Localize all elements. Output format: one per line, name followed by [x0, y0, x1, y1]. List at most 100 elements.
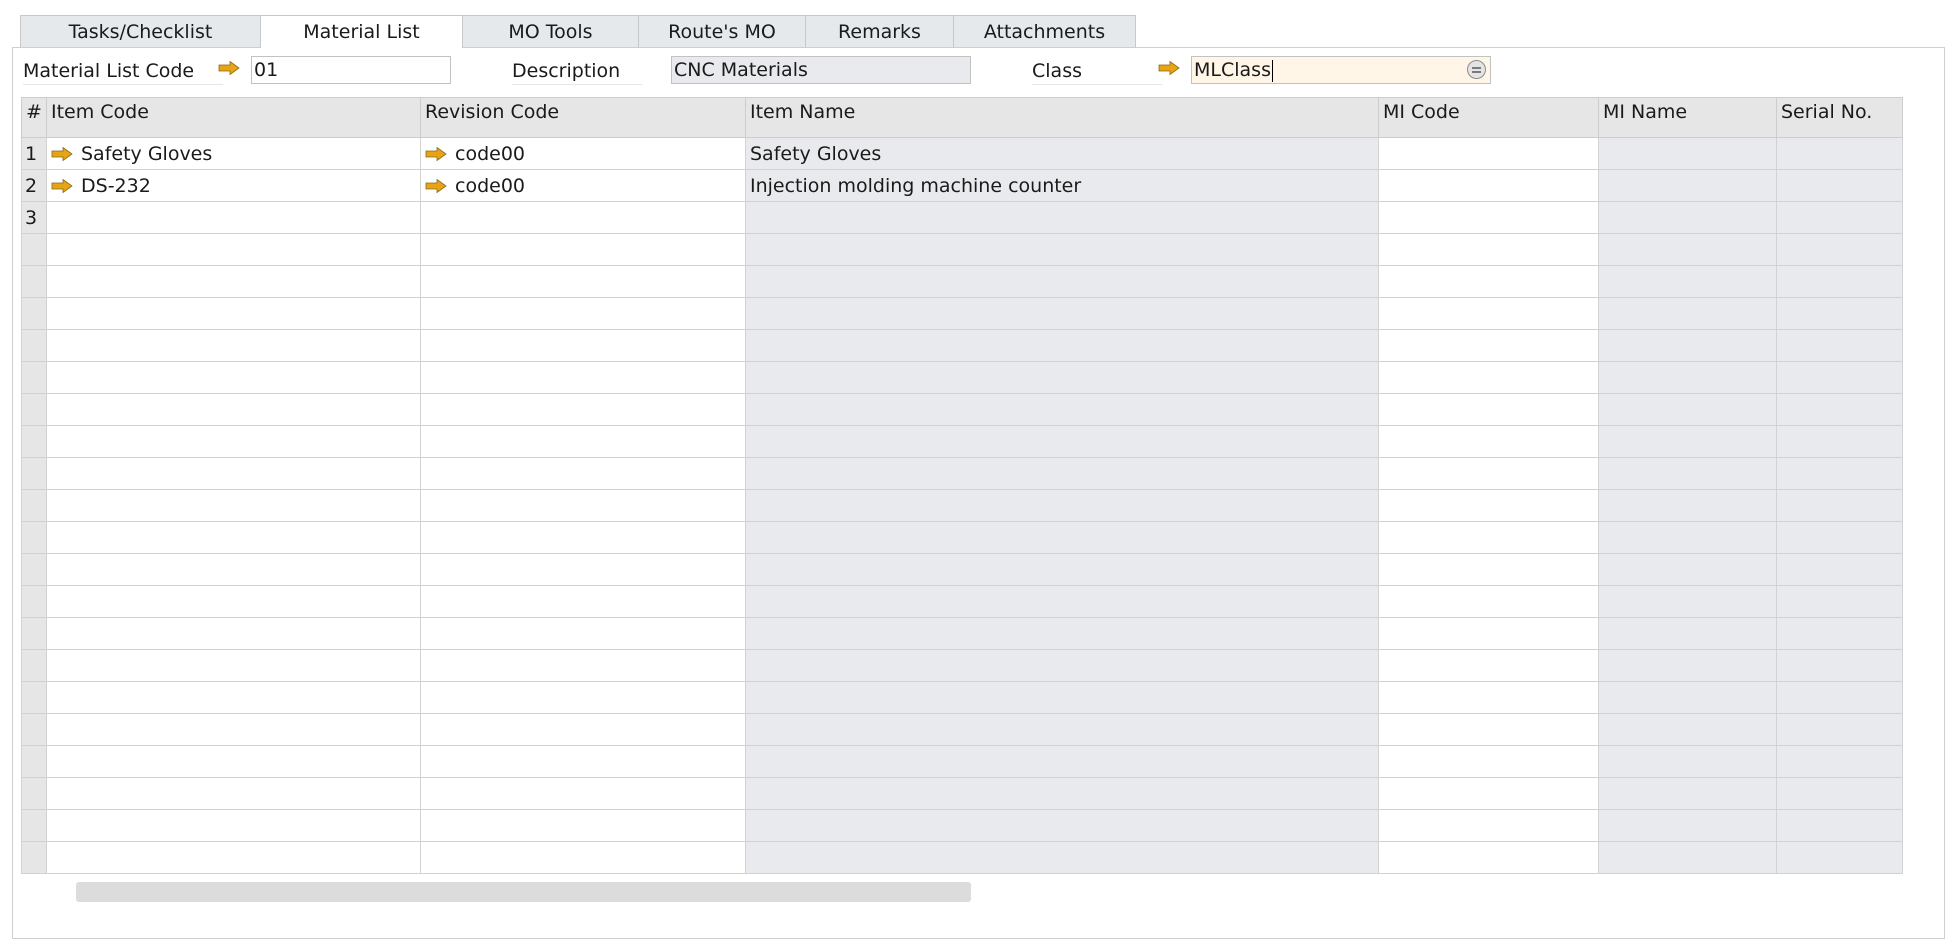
row-number[interactable]: [21, 361, 47, 394]
table-row[interactable]: [21, 361, 1903, 394]
tab-material-list[interactable]: Material List: [260, 15, 463, 48]
mi-code-cell[interactable]: [1378, 713, 1599, 746]
mi-code-cell[interactable]: [1378, 329, 1599, 362]
tab-tasks-checklist[interactable]: Tasks/Checklist: [20, 15, 261, 47]
tab-remarks[interactable]: Remarks: [805, 15, 954, 47]
mi-code-cell[interactable]: [1378, 777, 1599, 810]
revision-code-cell[interactable]: [420, 329, 746, 362]
revision-code-cell[interactable]: [420, 841, 746, 874]
row-number[interactable]: [21, 297, 47, 330]
mi-code-cell[interactable]: [1378, 169, 1599, 202]
table-row[interactable]: [21, 233, 1903, 266]
revision-code-cell[interactable]: [420, 297, 746, 330]
item-code-cell[interactable]: [46, 425, 421, 458]
mi-code-cell[interactable]: [1378, 425, 1599, 458]
mi-code-cell[interactable]: [1378, 809, 1599, 842]
column-header-revision-code[interactable]: Revision Code: [420, 97, 746, 138]
row-number[interactable]: [21, 745, 47, 778]
table-row[interactable]: [21, 745, 1903, 778]
revision-code-cell[interactable]: [420, 265, 746, 298]
item-code-cell[interactable]: [46, 233, 421, 266]
item-code-cell[interactable]: [46, 841, 421, 874]
revision-code-cell[interactable]: code00: [420, 169, 746, 202]
revision-code-cell[interactable]: [420, 425, 746, 458]
revision-code-cell[interactable]: [420, 713, 746, 746]
mi-code-cell[interactable]: [1378, 521, 1599, 554]
mi-code-cell[interactable]: [1378, 649, 1599, 682]
row-number[interactable]: [21, 329, 47, 362]
class-input[interactable]: MLClass: [1191, 56, 1491, 84]
table-row[interactable]: [21, 809, 1903, 842]
row-number[interactable]: [21, 649, 47, 682]
mi-code-cell[interactable]: [1378, 137, 1599, 170]
table-row[interactable]: [21, 617, 1903, 650]
item-code-cell[interactable]: [46, 585, 421, 618]
revision-code-cell[interactable]: [420, 489, 746, 522]
link-arrow-icon[interactable]: [425, 178, 447, 193]
table-row[interactable]: 3: [21, 201, 1903, 234]
table-row[interactable]: [21, 713, 1903, 746]
revision-code-cell[interactable]: [420, 361, 746, 394]
row-number[interactable]: [21, 681, 47, 714]
table-row[interactable]: 2 DS-232 code00 Injection molding machine c…: [21, 169, 1903, 202]
tab-routes-mo[interactable]: Route's MO: [638, 15, 806, 47]
item-code-cell[interactable]: [46, 265, 421, 298]
row-number[interactable]: [21, 233, 47, 266]
choose-from-list-icon[interactable]: [1467, 60, 1486, 79]
row-number[interactable]: [21, 713, 47, 746]
table-row[interactable]: [21, 297, 1903, 330]
column-header-mi-code[interactable]: MI Code: [1378, 97, 1599, 138]
item-code-cell[interactable]: [46, 201, 421, 234]
mi-code-cell[interactable]: [1378, 553, 1599, 586]
table-row[interactable]: [21, 585, 1903, 618]
mi-code-cell[interactable]: [1378, 617, 1599, 650]
table-row[interactable]: [21, 457, 1903, 490]
row-number[interactable]: [21, 809, 47, 842]
row-number[interactable]: [21, 521, 47, 554]
column-header-rownum[interactable]: #: [21, 97, 47, 138]
row-number[interactable]: 1: [21, 137, 47, 170]
row-number[interactable]: [21, 489, 47, 522]
item-code-cell[interactable]: DS-232: [46, 169, 421, 202]
row-number[interactable]: [21, 457, 47, 490]
item-code-cell[interactable]: [46, 745, 421, 778]
table-row[interactable]: [21, 777, 1903, 810]
revision-code-cell[interactable]: [420, 393, 746, 426]
item-code-cell[interactable]: [46, 713, 421, 746]
link-arrow-icon[interactable]: [425, 146, 447, 161]
table-row[interactable]: [21, 329, 1903, 362]
mi-code-cell[interactable]: [1378, 745, 1599, 778]
revision-code-cell[interactable]: [420, 745, 746, 778]
revision-code-cell[interactable]: [420, 553, 746, 586]
column-header-serial-no[interactable]: Serial No.: [1776, 97, 1903, 138]
item-code-cell[interactable]: [46, 489, 421, 522]
mi-code-cell[interactable]: [1378, 233, 1599, 266]
revision-code-cell[interactable]: [420, 777, 746, 810]
row-number[interactable]: [21, 585, 47, 618]
item-code-cell[interactable]: [46, 649, 421, 682]
table-row[interactable]: [21, 521, 1903, 554]
row-number[interactable]: [21, 265, 47, 298]
mi-code-cell[interactable]: [1378, 457, 1599, 490]
table-row[interactable]: 1 Safety Gloves code00 Safety Gloves: [21, 137, 1903, 170]
mi-code-cell[interactable]: [1378, 841, 1599, 874]
revision-code-cell[interactable]: [420, 201, 746, 234]
item-code-cell[interactable]: [46, 393, 421, 426]
item-code-cell[interactable]: [46, 521, 421, 554]
tab-mo-tools[interactable]: MO Tools: [462, 15, 639, 47]
row-number[interactable]: 2: [21, 169, 47, 202]
mi-code-cell[interactable]: [1378, 265, 1599, 298]
revision-code-cell[interactable]: [420, 457, 746, 490]
item-code-cell[interactable]: [46, 809, 421, 842]
link-arrow-icon[interactable]: [51, 178, 73, 193]
mi-code-cell[interactable]: [1378, 297, 1599, 330]
table-row[interactable]: [21, 649, 1903, 682]
item-code-cell[interactable]: Safety Gloves: [46, 137, 421, 170]
mi-code-cell[interactable]: [1378, 489, 1599, 522]
revision-code-cell[interactable]: code00: [420, 137, 746, 170]
item-code-cell[interactable]: [46, 777, 421, 810]
revision-code-cell[interactable]: [420, 233, 746, 266]
table-row[interactable]: [21, 265, 1903, 298]
description-input[interactable]: CNC Materials: [671, 56, 971, 84]
item-code-cell[interactable]: [46, 617, 421, 650]
